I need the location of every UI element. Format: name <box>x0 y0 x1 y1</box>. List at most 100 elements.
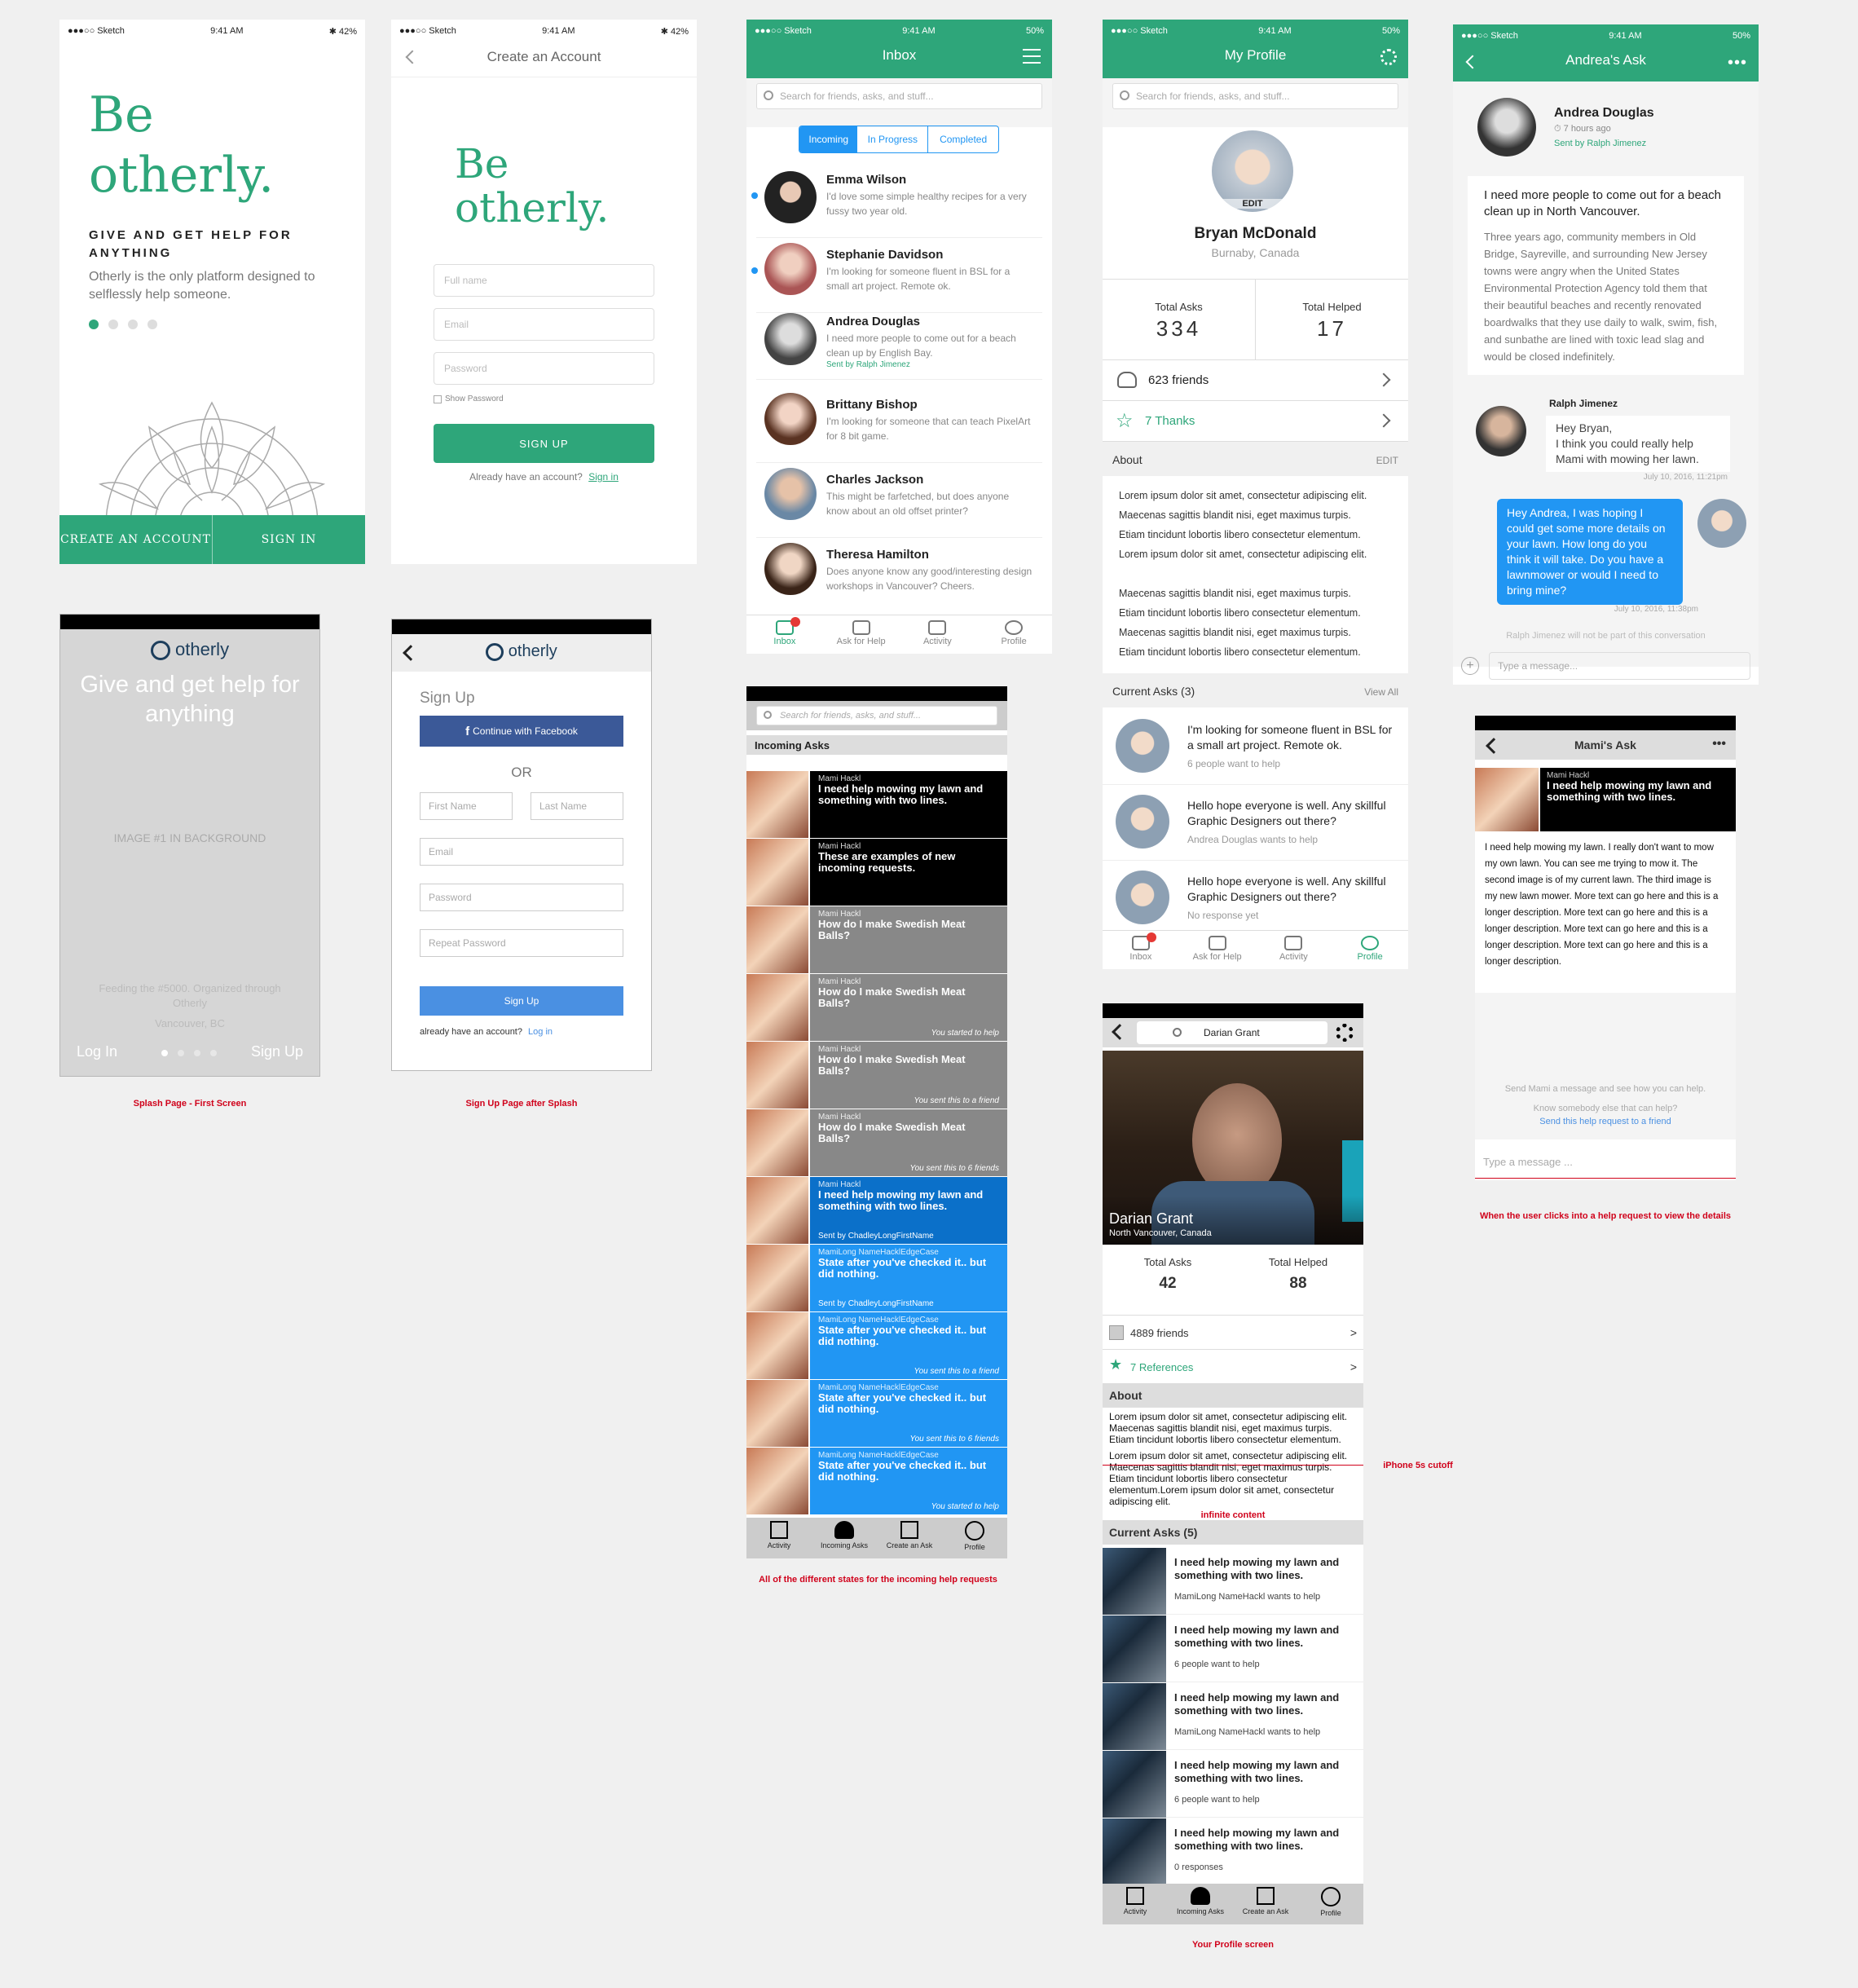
more-icon[interactable]: ••• <box>1728 54 1747 73</box>
signup-button[interactable]: Sign Up <box>251 1043 303 1060</box>
email-field[interactable]: Email <box>420 838 623 866</box>
message-input[interactable]: Type a message ... <box>1475 1146 1736 1179</box>
list-item[interactable]: Mami Hackl I need help mowing my lawn and… <box>746 771 1007 838</box>
infinite-content-label: infinite content <box>1200 1510 1266 1520</box>
list-item[interactable]: Mami Hackl These are examples of new inco… <box>746 839 1007 906</box>
ask-thumbnail <box>1103 1818 1166 1885</box>
tab-incoming[interactable]: Incoming <box>799 126 858 152</box>
current-asks-header: Current Asks (3) View All <box>1103 673 1408 707</box>
message-input[interactable]: Type a message... <box>1489 652 1750 680</box>
list-item[interactable]: Charles Jackson This might be farfetched,… <box>756 463 1042 538</box>
full-name-field[interactable]: Full name <box>434 264 654 297</box>
list-item[interactable]: Mami Hackl How do I make Swedish Meat Bal… <box>746 974 1007 1041</box>
edit-about-button[interactable]: EDIT <box>1376 455 1398 466</box>
list-item[interactable]: Hello hope everyone is well. Any skillfu… <box>1103 861 1408 937</box>
tab-create-ask[interactable]: Create an Ask <box>877 1518 942 1558</box>
list-item[interactable]: I need help mowing my lawn and something… <box>1103 1683 1363 1750</box>
sign-in-button[interactable]: SIGN IN <box>213 515 365 564</box>
avatar[interactable]: EDIT <box>1212 130 1293 212</box>
sign-up-button[interactable]: Sign Up <box>420 986 623 1016</box>
search-input[interactable]: Search for friends, asks, and stuff... <box>756 83 1042 109</box>
tab-activity[interactable]: Activity <box>746 1518 812 1558</box>
login-button[interactable]: Log In <box>77 1043 117 1060</box>
tab-in-progress[interactable]: In Progress <box>857 126 929 152</box>
search-input[interactable]: Search for friends, asks, and stuff... <box>1112 83 1398 109</box>
friends-row[interactable]: 4889 friends > <box>1103 1315 1363 1349</box>
first-name-field[interactable]: First Name <box>420 792 513 820</box>
page-indicator[interactable] <box>89 320 157 329</box>
list-item[interactable]: MamiLong NameHacklEdgeCase State after yo… <box>746 1448 1007 1514</box>
stats-row: Total Asks 42 Total Helped 88 <box>1103 1256 1363 1293</box>
tab-incoming-asks[interactable]: Incoming Asks <box>1168 1884 1233 1924</box>
tab-create-ask[interactable]: Create an Ask <box>1233 1884 1298 1924</box>
tab-profile[interactable]: Profile <box>975 615 1052 654</box>
list-item[interactable]: Mami Hackl How do I make Swedish Meat Bal… <box>746 1109 1007 1176</box>
password-field[interactable]: Password <box>420 884 623 911</box>
password-field[interactable]: Password <box>434 352 654 385</box>
repeat-password-field[interactable]: Repeat Password <box>420 929 623 957</box>
list-item[interactable]: I need help mowing my lawn and something… <box>1103 1818 1363 1885</box>
more-icon[interactable]: ••• <box>1712 737 1726 752</box>
tab-ask-for-help[interactable]: Ask for Help <box>823 615 900 654</box>
add-attachment-icon[interactable]: + <box>1461 657 1479 675</box>
tab-profile[interactable]: Profile <box>942 1518 1007 1558</box>
page-indicator[interactable] <box>161 1050 217 1056</box>
create-account-title: Be otherly. <box>455 140 610 231</box>
list-item[interactable]: Emma Wilson I'd love some simple healthy … <box>751 163 1042 238</box>
filter-icon[interactable] <box>1023 49 1041 64</box>
search-input[interactable]: Search for friends, asks, and stuff... <box>756 706 997 725</box>
references-row[interactable]: ★ 7 References > <box>1103 1349 1363 1383</box>
tab-bar: Activity Incoming Asks Create an Ask Pro… <box>746 1518 1007 1558</box>
gear-icon[interactable] <box>1380 49 1397 65</box>
view-all-link[interactable]: View All <box>1364 686 1398 698</box>
email-field[interactable]: Email <box>434 308 654 341</box>
list-item[interactable]: MamiLong NameHacklEdgeCase State after yo… <box>746 1380 1007 1447</box>
list-item[interactable]: I need help mowing my lawn and something… <box>1103 1616 1363 1682</box>
ask-thumbnail <box>1103 1683 1166 1750</box>
list-item[interactable]: MamiLong NameHacklEdgeCase State after yo… <box>746 1245 1007 1311</box>
sign-in-link[interactable]: Sign in <box>588 471 619 483</box>
sign-up-button[interactable]: SIGN UP <box>434 424 654 463</box>
list-item[interactable]: Mami Hackl How do I make Swedish Meat Bal… <box>746 1042 1007 1109</box>
list-item[interactable]: I need help mowing my lawn and something… <box>1103 1548 1363 1615</box>
search-input[interactable]: Darian Grant <box>1137 1021 1327 1044</box>
login-link[interactable]: Log in <box>528 1027 553 1037</box>
show-password-checkbox[interactable]: Show Password <box>434 395 504 403</box>
wire-splash-screen: otherly Give and get help for anything I… <box>59 614 320 1077</box>
list-item[interactable]: Hello hope everyone is well. Any skillfu… <box>1103 785 1408 861</box>
tab-profile[interactable]: Profile <box>1298 1884 1363 1924</box>
tab-inbox[interactable]: Inbox <box>746 615 823 654</box>
edit-badge[interactable]: EDIT <box>1212 199 1293 209</box>
tab-activity[interactable]: Activity <box>900 615 976 654</box>
friends-row[interactable]: 623 friends <box>1103 360 1408 401</box>
profile-name: Darian Grant <box>1109 1210 1194 1227</box>
last-name-field[interactable]: Last Name <box>531 792 623 820</box>
list-item[interactable]: Mami Hackl I need help mowing my lawn and… <box>746 1177 1007 1244</box>
page-title: My Profile <box>1224 47 1287 63</box>
list-item[interactable]: I'm looking for someone fluent in BSL fo… <box>1103 709 1408 785</box>
tab-completed[interactable]: Completed <box>928 126 998 152</box>
list-item[interactable]: Andrea Douglas I need more people to come… <box>756 305 1042 380</box>
create-account-button[interactable]: CREATE AN ACCOUNT <box>59 515 213 564</box>
list-item[interactable]: Theresa Hamilton Does anyone know any goo… <box>756 538 1042 613</box>
ask-thumbnail <box>746 1245 808 1311</box>
gear-icon[interactable] <box>1336 1024 1354 1042</box>
tab-profile[interactable]: Profile <box>1332 931 1408 969</box>
avatar <box>764 543 817 595</box>
list-item[interactable]: Brittany Bishop I'm looking for someone t… <box>756 388 1042 463</box>
tab-activity[interactable]: Activity <box>1103 1884 1168 1924</box>
list-item[interactable]: I need help mowing my lawn and something… <box>1103 1751 1363 1818</box>
ask-description: I need help mowing my lawn. I really don… <box>1485 843 1719 967</box>
tab-activity[interactable]: Activity <box>1256 931 1332 969</box>
facebook-button[interactable]: f Continue with Facebook <box>420 716 623 747</box>
thanks-row[interactable]: ☆ 7 Thanks <box>1103 401 1408 442</box>
list-item[interactable]: Mami Hackl How do I make Swedish Meat Bal… <box>746 906 1007 973</box>
unread-dot-icon <box>751 192 758 199</box>
send-to-friend-link[interactable]: Send this help request to a friend <box>1475 1117 1736 1126</box>
tab-ask-for-help[interactable]: Ask for Help <box>1179 931 1256 969</box>
tab-inbox[interactable]: Inbox <box>1103 931 1179 969</box>
tab-incoming-asks[interactable]: Incoming Asks <box>812 1518 877 1558</box>
list-item[interactable]: Stephanie Davidson I'm looking for someon… <box>751 238 1042 313</box>
ask-thumbnail <box>746 1109 808 1176</box>
list-item[interactable]: MamiLong NameHacklEdgeCase State after yo… <box>746 1312 1007 1379</box>
